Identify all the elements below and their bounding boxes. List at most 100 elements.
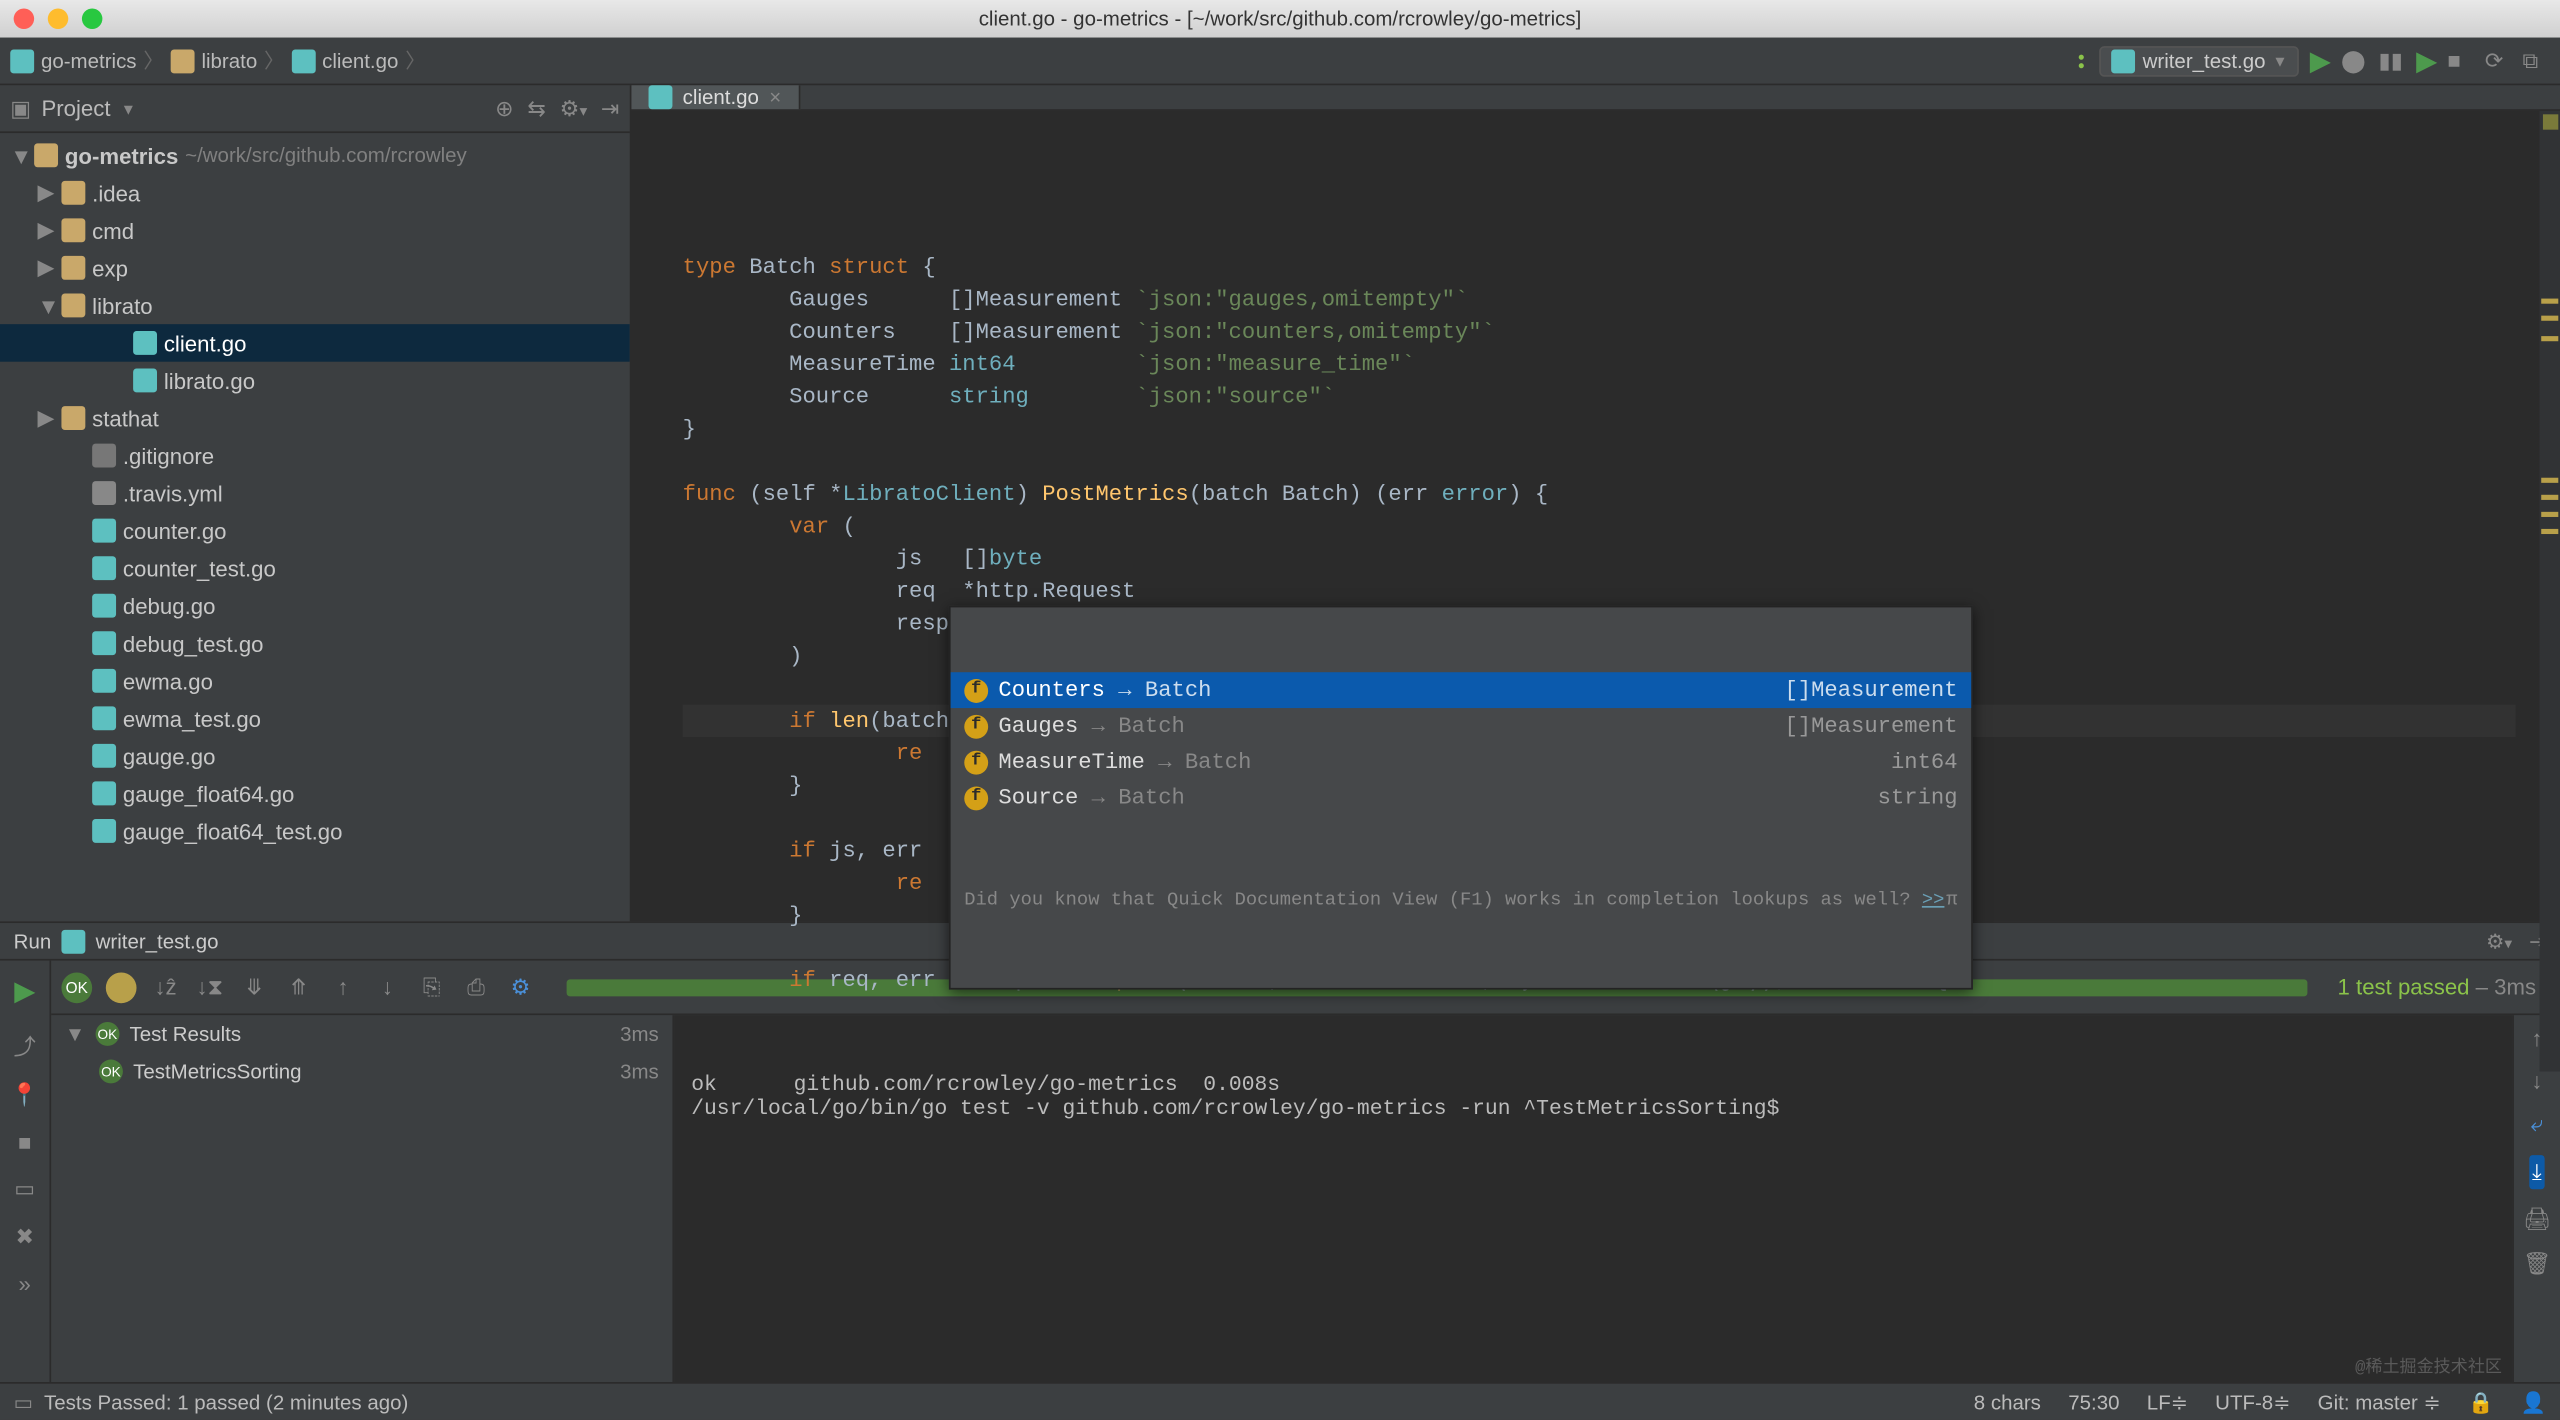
inspection-indicator-icon[interactable] — [2543, 114, 2558, 129]
prev-icon[interactable]: ↑ — [328, 972, 359, 1003]
stop-icon[interactable]: ■ — [18, 1129, 31, 1155]
code-line[interactable]: type Batch struct { — [683, 251, 2516, 283]
error-stripe[interactable] — [2540, 111, 2560, 1072]
run-button[interactable]: ▶ — [2310, 44, 2331, 78]
code-line[interactable]: Source string `json:"source"` — [683, 380, 2516, 412]
tree-item[interactable]: ▶exp — [0, 249, 630, 287]
stop-button[interactable]: ■ — [2447, 47, 2474, 74]
tree-item[interactable]: client.go — [0, 324, 630, 362]
tree-item[interactable]: ▶cmd — [0, 212, 630, 250]
scroll-end-icon[interactable]: ⤓ — [2529, 1155, 2546, 1189]
tree-item[interactable]: ▼librato — [0, 287, 630, 325]
completion-item[interactable]: fMeasureTime → Batchint64 — [951, 744, 1972, 780]
expand-all-icon[interactable]: ⇆ — [527, 95, 546, 122]
code-editor[interactable]: type Batch struct { Gauges []Measurement… — [631, 111, 2560, 1072]
hide-icon[interactable]: ⇥ — [601, 95, 620, 122]
tree-item[interactable]: .gitignore — [0, 437, 630, 475]
collapse-icon[interactable]: ⤊ — [283, 972, 314, 1003]
code-line[interactable]: func (self *LibratoClient) PostMetrics(b… — [683, 478, 2516, 510]
down-icon[interactable]: ↓ — [2531, 1068, 2542, 1094]
test-tree[interactable]: ▼OKTest Results3msOKTestMetricsSorting3m… — [51, 1015, 674, 1382]
status-git[interactable]: Git: master ≑ — [2318, 1390, 2441, 1414]
expand-icon[interactable]: ▶ — [38, 179, 55, 206]
console-output[interactable]: ok github.com/rcrowley/go-metrics 0.008s… — [674, 1015, 2512, 1382]
toggle-icon[interactable]: ⤴ — [14, 1029, 36, 1061]
expand-icon[interactable]: ▶ — [38, 404, 55, 431]
code-line[interactable]: } — [683, 413, 2516, 445]
tree-item[interactable]: ▶stathat — [0, 399, 630, 437]
breadcrumb-item[interactable]: librato — [171, 49, 258, 73]
layout-icon[interactable]: ▭ — [14, 1176, 35, 1203]
tree-item[interactable]: ewma.go — [0, 662, 630, 700]
project-panel-icon[interactable]: ▣ — [10, 95, 31, 122]
ignore-filter-icon[interactable] — [106, 972, 137, 1003]
test-tree-row[interactable]: ▼OKTest Results3ms — [51, 1015, 672, 1053]
settings-icon[interactable]: ⚙ — [505, 972, 536, 1003]
tree-item[interactable]: librato.go — [0, 362, 630, 400]
expand-icon[interactable]: ⤋ — [239, 972, 270, 1003]
coverage-button[interactable]: ▮▮ — [2379, 47, 2406, 74]
run-config-selector[interactable]: writer_test.go ▼ — [2100, 45, 2300, 76]
project-tree[interactable]: ▼ go-metrics ~/work/src/github.com/rcrow… — [0, 133, 630, 921]
search-icon[interactable]: ⧉ — [2522, 47, 2549, 74]
next-icon[interactable]: ↓ — [372, 972, 403, 1003]
tree-item[interactable]: counter_test.go — [0, 549, 630, 587]
status-line-sep[interactable]: LF≑ — [2147, 1390, 2188, 1414]
run-with-button[interactable]: ▶ — [2416, 44, 2437, 78]
gear-icon[interactable]: ⚙▾ — [560, 95, 588, 122]
test-tree-row[interactable]: OKTestMetricsSorting3ms — [51, 1053, 672, 1091]
completion-tip: Did you know that Quick Documentation Vi… — [951, 880, 1972, 923]
expand-icon[interactable]: ▶ — [38, 254, 55, 281]
breadcrumb-item[interactable]: go-metrics — [10, 49, 136, 73]
export-icon[interactable]: ⎘ — [416, 972, 447, 1003]
pi-icon[interactable]: π — [1946, 886, 1957, 918]
import-icon[interactable]: ⎙ — [461, 972, 492, 1003]
pass-filter-icon[interactable]: OK — [61, 972, 92, 1003]
tree-item[interactable]: gauge_float64.go — [0, 775, 630, 813]
sort-icon[interactable]: ↓ẑ — [150, 972, 181, 1003]
hector-icon[interactable]: 👤 — [2521, 1390, 2547, 1414]
tree-item[interactable]: .travis.yml — [0, 474, 630, 512]
breadcrumb-item[interactable]: client.go — [291, 49, 398, 73]
status-icon[interactable]: ▭ — [14, 1390, 33, 1414]
locate-icon[interactable]: ⊕ — [495, 95, 514, 122]
code-line[interactable]: Gauges []Measurement `json:"gauges,omite… — [683, 283, 2516, 315]
lock-icon[interactable]: 🔒 — [2468, 1390, 2494, 1414]
pin-icon[interactable]: 📍 — [11, 1082, 39, 1109]
tree-item[interactable]: counter.go — [0, 512, 630, 550]
tree-item[interactable]: debug_test.go — [0, 624, 630, 662]
code-line[interactable]: MeasureTime int64 `json:"measure_time"` — [683, 348, 2516, 380]
chevron-down-icon[interactable]: ▼ — [121, 100, 136, 117]
sync-icon[interactable]: ⟳ — [2485, 47, 2512, 74]
expand-icon[interactable]: ▶ — [38, 217, 55, 244]
code-line[interactable]: req *http.Request — [683, 575, 2516, 607]
debug-button[interactable]: ⬤ — [2341, 47, 2368, 74]
tree-item[interactable]: gauge.go — [0, 737, 630, 775]
clear-icon[interactable]: 🗑 — [2523, 1251, 2551, 1278]
code-line[interactable]: js []byte — [683, 543, 2516, 575]
soft-wrap-icon[interactable]: ⤶ — [2531, 1111, 2543, 1138]
completion-item[interactable]: fGauges → Batch[]Measurement — [951, 708, 1972, 744]
tree-item[interactable]: ▶.idea — [0, 174, 630, 212]
tree-item[interactable]: gauge_float64_test.go — [0, 812, 630, 850]
code-line[interactable]: var ( — [683, 510, 2516, 542]
print-icon[interactable]: 🖨 — [2523, 1206, 2551, 1233]
code-line[interactable]: Counters []Measurement `json:"counters,o… — [683, 316, 2516, 348]
expand-icon[interactable]: ▼ — [38, 293, 55, 319]
completion-item[interactable]: fSource → Batchstring — [951, 780, 1972, 816]
close-icon[interactable]: × — [769, 85, 781, 109]
tree-root[interactable]: ▼ go-metrics ~/work/src/github.com/rcrow… — [0, 136, 630, 174]
completion-popup[interactable]: fCounters → Batch[]MeasurementfGauges → … — [949, 606, 1973, 990]
completion-item[interactable]: fCounters → Batch[]Measurement — [951, 672, 1972, 708]
editor-tab[interactable]: client.go × — [631, 85, 799, 109]
close-icon[interactable]: ✖ — [15, 1223, 34, 1250]
tree-item[interactable]: debug.go — [0, 587, 630, 625]
tree-item[interactable]: ewma_test.go — [0, 700, 630, 738]
sort-duration-icon[interactable]: ↓⧗ — [195, 972, 226, 1003]
status-encoding[interactable]: UTF-8≑ — [2215, 1390, 2290, 1414]
completion-tip-link[interactable]: >> — [1922, 891, 1945, 911]
more-icon[interactable]: » — [19, 1271, 31, 1297]
code-line[interactable] — [683, 445, 2516, 477]
rerun-button[interactable]: ▶ — [14, 974, 35, 1008]
status-position[interactable]: 75:30 — [2068, 1390, 2119, 1414]
